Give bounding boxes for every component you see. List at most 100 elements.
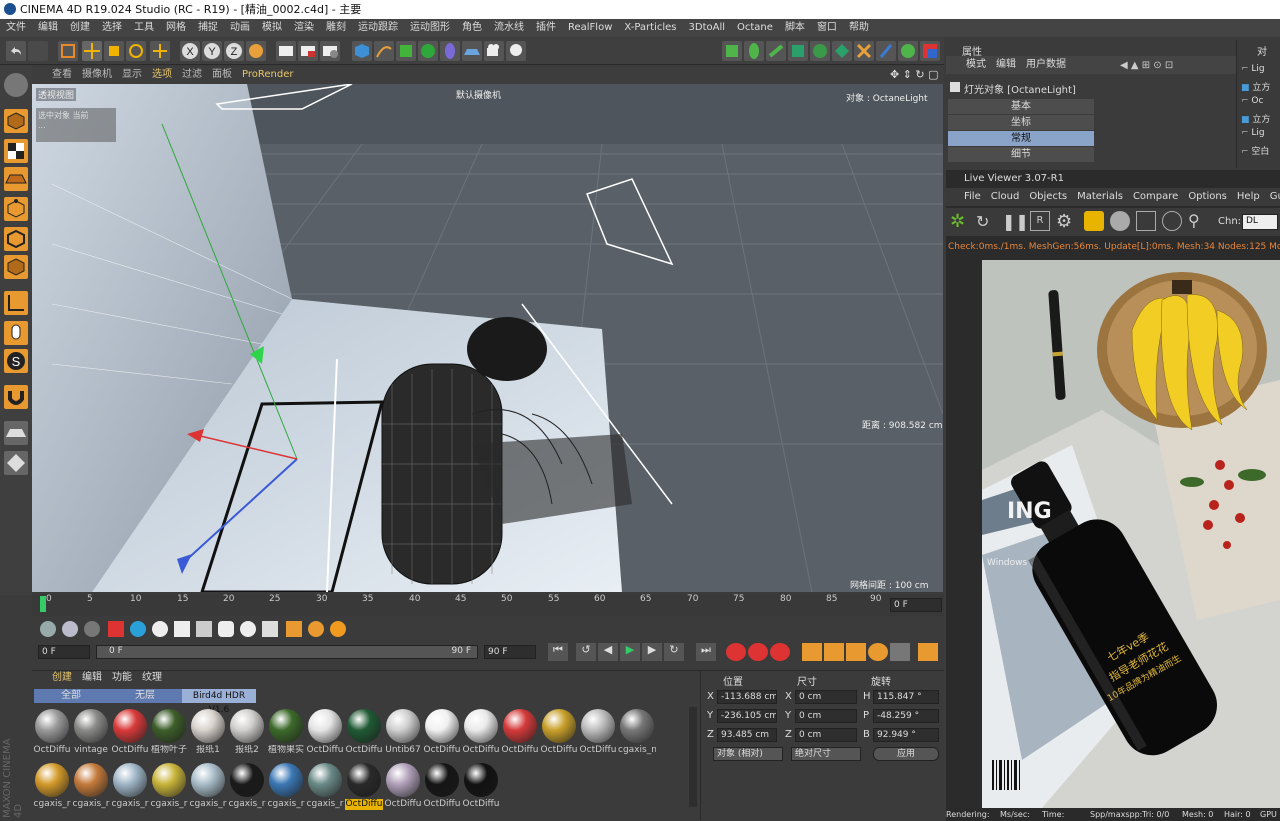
key-position-icon[interactable] bbox=[802, 643, 822, 661]
lock-icon[interactable] bbox=[1084, 211, 1104, 231]
rotation-h-field[interactable]: 115.847 ° bbox=[873, 690, 939, 704]
autokey-icon[interactable] bbox=[748, 643, 768, 661]
locked-workplane-icon[interactable] bbox=[4, 421, 28, 445]
octane-toolbar-icon-2[interactable] bbox=[744, 41, 764, 61]
position-x-field[interactable]: -113.688 cm bbox=[717, 690, 777, 704]
play-icon[interactable]: ▶ bbox=[620, 643, 640, 661]
object-item[interactable]: ■ 立方 bbox=[1241, 112, 1280, 125]
material-swatch[interactable]: 植物果实 bbox=[267, 707, 305, 757]
material-swatch[interactable]: vintage bbox=[72, 707, 110, 757]
next-frame-icon[interactable]: ▶ bbox=[642, 643, 662, 661]
size-x-field[interactable]: 0 cm bbox=[795, 690, 857, 704]
menu-select[interactable]: 选择 bbox=[102, 19, 122, 37]
material-swatch[interactable]: OctDiffu bbox=[384, 761, 422, 811]
material-swatch[interactable]: cgaxis_r bbox=[111, 761, 149, 811]
select-tool-icon[interactable] bbox=[58, 41, 78, 61]
go-to-end-icon[interactable]: ⏭ bbox=[696, 643, 716, 661]
menu-simulate[interactable]: 模拟 bbox=[262, 19, 282, 37]
filter-nolayer-tab[interactable]: 无层 bbox=[108, 689, 182, 703]
lv-menu-options[interactable]: Options bbox=[1188, 188, 1227, 206]
menu-animate[interactable]: 动画 bbox=[230, 19, 250, 37]
menu-edit[interactable]: 编辑 bbox=[38, 19, 58, 37]
material-menu-edit[interactable]: 编辑 bbox=[82, 671, 102, 685]
key-scale-icon[interactable] bbox=[824, 643, 844, 661]
viewport-menu-panel[interactable]: 面板 bbox=[212, 66, 232, 84]
x-axis-lock-icon[interactable]: X bbox=[180, 41, 200, 61]
size-mode-dropdown[interactable]: 绝对尺寸 bbox=[791, 747, 861, 761]
start-frame-field[interactable]: 0 F bbox=[38, 645, 90, 659]
render-picture-viewer-icon[interactable] bbox=[298, 41, 318, 61]
axis-mode-icon[interactable] bbox=[4, 291, 28, 315]
octane-toolbar-icon-8[interactable] bbox=[876, 41, 896, 61]
array-icon[interactable] bbox=[418, 41, 438, 61]
material-menu-texture[interactable]: 纹理 bbox=[142, 671, 162, 685]
material-swatch[interactable]: OctDiffu bbox=[462, 707, 500, 757]
menu-character[interactable]: 角色 bbox=[462, 19, 482, 37]
menu-octane[interactable]: Octane bbox=[737, 19, 773, 37]
rotation-p-field[interactable]: -48.259 ° bbox=[873, 709, 939, 723]
planar-workplane-icon[interactable] bbox=[4, 451, 28, 475]
material-swatch[interactable]: OctDiffu bbox=[345, 707, 383, 757]
current-frame-field[interactable]: 0 F bbox=[890, 598, 942, 612]
octane-toolbar-icon-10[interactable] bbox=[920, 41, 940, 61]
menu-sculpt[interactable]: 雕刻 bbox=[326, 19, 346, 37]
rotation-b-field[interactable]: 92.949 ° bbox=[873, 728, 939, 742]
light-icon[interactable] bbox=[506, 41, 526, 61]
menu-mograph[interactable]: 运动图形 bbox=[410, 19, 450, 37]
key-rotation-icon[interactable] bbox=[846, 643, 866, 661]
filter-all-tab[interactable]: 全部 bbox=[34, 689, 108, 703]
area-light-icon[interactable] bbox=[196, 621, 212, 637]
material-swatch[interactable]: cgaxis_r bbox=[72, 761, 110, 811]
transform-tool-icon[interactable] bbox=[150, 41, 170, 61]
menu-snap[interactable]: 捕捉 bbox=[198, 19, 218, 37]
material-swatch[interactable]: OctDiffu bbox=[306, 707, 344, 757]
deformer-icon[interactable] bbox=[440, 41, 460, 61]
end-frame-field[interactable]: 90 F bbox=[484, 645, 536, 659]
material-swatch[interactable]: cgaxis_r bbox=[33, 761, 71, 811]
timeline-ruler[interactable]: 0 5 10 15 20 25 30 35 40 45 50 55 60 65 … bbox=[32, 594, 944, 616]
object-item[interactable]: ⌐ Lig bbox=[1241, 128, 1280, 140]
workplane-mode-icon[interactable] bbox=[4, 167, 28, 191]
material-swatch[interactable]: OctDiffu bbox=[111, 707, 149, 757]
sun-icon[interactable] bbox=[174, 621, 190, 637]
menu-xparticles[interactable]: X-Particles bbox=[624, 19, 676, 37]
lv-menu-materials[interactable]: Materials bbox=[1077, 188, 1123, 206]
viewport-menu-filter[interactable]: 过滤 bbox=[182, 66, 202, 84]
object-item[interactable]: ⌐ Lig bbox=[1241, 64, 1280, 76]
tab-general[interactable]: 常规 bbox=[948, 131, 1094, 146]
lv-menu-help[interactable]: Help bbox=[1237, 188, 1260, 206]
undo-icon[interactable] bbox=[6, 41, 26, 61]
cube-icon[interactable] bbox=[352, 41, 372, 61]
material-swatch[interactable]: OctDiffu bbox=[423, 707, 461, 757]
material-swatch[interactable]: cgaxis_r bbox=[150, 761, 188, 811]
menu-window[interactable]: 窗口 bbox=[817, 19, 837, 37]
material-swatch[interactable]: 植物叶子 bbox=[150, 707, 188, 757]
scale-tool-icon[interactable] bbox=[104, 41, 124, 61]
key-pla-icon[interactable] bbox=[890, 643, 910, 661]
tab-basic[interactable]: 基本 bbox=[948, 99, 1094, 114]
material-swatch[interactable]: OctDiffu bbox=[462, 761, 500, 811]
material-scrollbar[interactable] bbox=[689, 707, 697, 807]
film-region-icon[interactable] bbox=[1136, 211, 1156, 231]
position-z-field[interactable]: 93.485 cm bbox=[717, 728, 777, 742]
material-swatch[interactable]: cgaxis_r bbox=[306, 761, 344, 811]
position-y-field[interactable]: -236.105 cm bbox=[717, 709, 777, 723]
record-key-icon[interactable] bbox=[726, 643, 746, 661]
menu-render[interactable]: 渲染 bbox=[294, 19, 314, 37]
material-menu-function[interactable]: 功能 bbox=[112, 671, 132, 685]
pause-icon[interactable]: ❚❚ bbox=[1002, 211, 1029, 233]
z-axis-lock-icon[interactable]: Z bbox=[224, 41, 244, 61]
pick-material-icon[interactable]: ⚲ bbox=[1188, 211, 1208, 231]
viewport-menu-view[interactable]: 查看 bbox=[52, 66, 72, 84]
keyframe-selection-icon[interactable] bbox=[770, 643, 790, 661]
menu-tools[interactable]: 工具 bbox=[134, 19, 154, 37]
material-sphere-icon[interactable] bbox=[62, 621, 78, 637]
pick-focus-icon[interactable] bbox=[1162, 211, 1182, 231]
rotate-tool-icon[interactable] bbox=[126, 41, 146, 61]
lv-menu-objects[interactable]: Objects bbox=[1029, 188, 1067, 206]
menu-3dtoall[interactable]: 3DtoAll bbox=[689, 19, 726, 37]
fog-icon[interactable] bbox=[152, 621, 168, 637]
3d-viewport[interactable]: 透视视图 选中对象 当前 ... 默认摄像机 对象 : OctaneLight … bbox=[32, 84, 943, 592]
target-light-icon[interactable] bbox=[218, 621, 234, 637]
menu-plugins[interactable]: 插件 bbox=[536, 19, 556, 37]
